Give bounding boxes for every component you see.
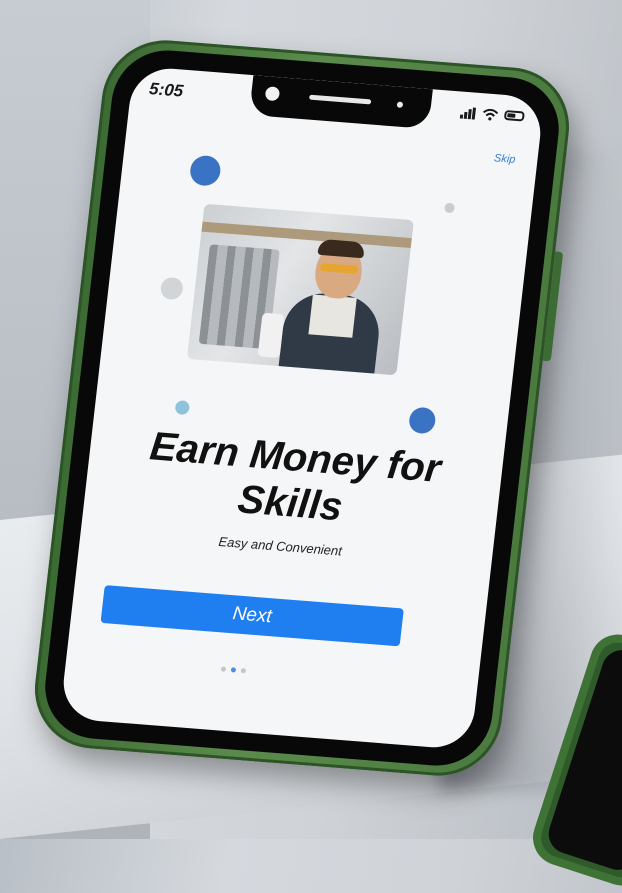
skip-link[interactable]: Skip xyxy=(493,152,516,166)
wifi-icon xyxy=(482,107,499,121)
decor-circle xyxy=(407,406,437,435)
status-icons xyxy=(459,106,525,123)
next-button[interactable]: Next xyxy=(100,585,404,647)
camera-icon xyxy=(264,86,281,102)
decor-circle xyxy=(188,154,222,187)
page-dot[interactable] xyxy=(240,668,247,674)
onboarding-title: Earn Money for Skills xyxy=(147,424,443,530)
sensor-icon xyxy=(396,101,404,108)
decor-circle xyxy=(174,400,191,416)
page-dot-active[interactable] xyxy=(230,667,237,673)
battery-icon xyxy=(503,110,525,122)
status-time: 5:05 xyxy=(148,79,185,101)
phone-mockup: 5:05 Skip Earn Money for Skills Easy and… xyxy=(28,35,576,781)
onboarding-illustration xyxy=(186,203,414,376)
speaker-icon xyxy=(308,94,372,105)
decor-circle xyxy=(159,276,184,301)
app-screen: 5:05 Skip Earn Money for Skills Easy and… xyxy=(59,65,545,751)
page-indicator xyxy=(220,666,247,674)
page-dot[interactable] xyxy=(220,666,227,672)
decor-circle xyxy=(443,202,456,214)
signal-icon xyxy=(459,106,477,120)
